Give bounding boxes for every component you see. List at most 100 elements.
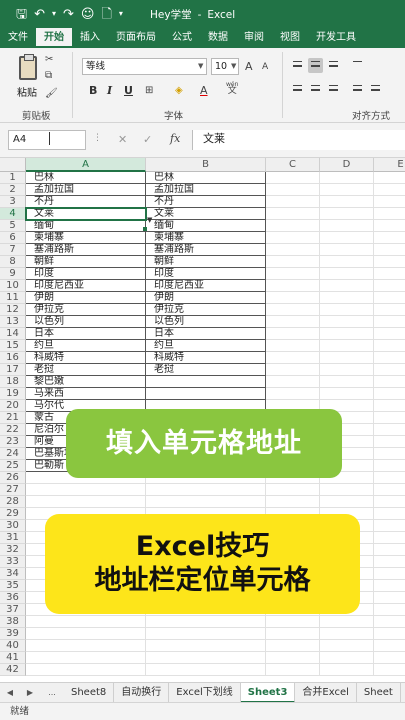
grid-cell[interactable]: 日本: [26, 328, 146, 340]
grid-cell[interactable]: [320, 616, 374, 628]
grid-cell[interactable]: [266, 316, 320, 328]
grid-cell[interactable]: [146, 616, 266, 628]
grid-cell[interactable]: [374, 172, 405, 184]
name-box[interactable]: A4: [8, 130, 86, 150]
row-header[interactable]: 32: [0, 544, 26, 556]
grid-cell[interactable]: 伊拉克: [26, 304, 146, 316]
ribbon-tab[interactable]: 文件: [0, 28, 36, 48]
grid-cell[interactable]: [374, 340, 405, 352]
grid-cell[interactable]: [374, 208, 405, 220]
row-header[interactable]: 7: [0, 244, 26, 256]
column-header[interactable]: B: [146, 158, 266, 172]
grid-cell[interactable]: [266, 268, 320, 280]
grid-cell[interactable]: [266, 244, 320, 256]
row-header[interactable]: 16: [0, 352, 26, 364]
grid-cell[interactable]: 柬埔寨: [26, 232, 146, 244]
grid-cell[interactable]: [266, 184, 320, 196]
grid-cell[interactable]: [146, 484, 266, 496]
grid-cell[interactable]: 约旦: [146, 340, 266, 352]
grid-cell[interactable]: [320, 364, 374, 376]
grid-cell[interactable]: 伊朗: [26, 292, 146, 304]
column-header[interactable]: A: [26, 158, 146, 172]
grid-cell[interactable]: 老挝: [26, 364, 146, 376]
row-header[interactable]: 4: [0, 208, 26, 220]
grid-cell[interactable]: [320, 376, 374, 388]
grid-cell[interactable]: [320, 640, 374, 652]
ribbon-tab[interactable]: 页面布局: [108, 28, 164, 48]
font-color-icon[interactable]: A: [200, 84, 208, 97]
format-painter-icon[interactable]: 🖌: [45, 88, 58, 99]
grid-cell[interactable]: [266, 304, 320, 316]
italic-button[interactable]: I: [107, 84, 112, 97]
grid-cell[interactable]: [374, 424, 405, 436]
shrink-font-button[interactable]: A: [262, 62, 268, 72]
grid-cell[interactable]: 印度: [26, 268, 146, 280]
save-icon[interactable]: 🖫: [16, 8, 27, 21]
grid-cell[interactable]: [266, 256, 320, 268]
sheet-tab[interactable]: 自动换行: [114, 682, 170, 703]
row-header[interactable]: 22: [0, 424, 26, 436]
ribbon-tab[interactable]: 公式: [164, 28, 200, 48]
column-header[interactable]: D: [320, 158, 374, 172]
grid-cell[interactable]: [266, 280, 320, 292]
grid-cell[interactable]: [374, 472, 405, 484]
grid-cell[interactable]: [26, 652, 146, 664]
align-center-button[interactable]: [308, 82, 323, 97]
grow-font-button[interactable]: A: [245, 60, 253, 73]
row-header[interactable]: 6: [0, 232, 26, 244]
paste-button[interactable]: 粘贴: [17, 84, 37, 99]
grid-cell[interactable]: 以色列: [26, 316, 146, 328]
row-header[interactable]: 28: [0, 496, 26, 508]
row-header[interactable]: 36: [0, 592, 26, 604]
grid-cell[interactable]: [374, 232, 405, 244]
grid-cell[interactable]: 约旦: [26, 340, 146, 352]
grid-cell[interactable]: [266, 340, 320, 352]
grid-cell[interactable]: [266, 496, 320, 508]
ribbon-tab[interactable]: 开发工具: [308, 28, 364, 48]
grid-cell[interactable]: [374, 388, 405, 400]
grid-cell[interactable]: [26, 616, 146, 628]
grid-cell[interactable]: [146, 376, 266, 388]
grid-cell[interactable]: [320, 628, 374, 640]
grid-cell[interactable]: 朝鲜: [146, 256, 266, 268]
row-header[interactable]: 21: [0, 412, 26, 424]
grid-cell[interactable]: [374, 640, 405, 652]
row-header[interactable]: 5: [0, 220, 26, 232]
grid-cell[interactable]: [266, 208, 320, 220]
fill-color-icon[interactable]: ◈: [175, 85, 183, 96]
row-header[interactable]: 15: [0, 340, 26, 352]
grid-cell[interactable]: [266, 352, 320, 364]
align-middle-button[interactable]: [308, 58, 323, 73]
grid-cell[interactable]: [266, 292, 320, 304]
row-header[interactable]: 18: [0, 376, 26, 388]
grid-cell[interactable]: [374, 376, 405, 388]
orientation-button[interactable]: [350, 58, 365, 73]
row-header[interactable]: 24: [0, 448, 26, 460]
row-header[interactable]: 8: [0, 256, 26, 268]
grid-cell[interactable]: [374, 448, 405, 460]
grid-cell[interactable]: 日本: [146, 328, 266, 340]
grid-cell[interactable]: 塞浦路斯: [146, 244, 266, 256]
row-header[interactable]: 42: [0, 664, 26, 676]
grid-cell[interactable]: 伊朗: [146, 292, 266, 304]
grid-cell[interactable]: [374, 616, 405, 628]
grid-cell[interactable]: 巴林: [26, 172, 146, 184]
grid-cell[interactable]: [374, 496, 405, 508]
grid-cell[interactable]: [374, 532, 405, 544]
grid-cell[interactable]: [374, 304, 405, 316]
grid-cell[interactable]: [320, 652, 374, 664]
grid-cell[interactable]: [266, 220, 320, 232]
grid-cell[interactable]: [146, 652, 266, 664]
grid-cell[interactable]: [374, 244, 405, 256]
grid-cell[interactable]: [374, 328, 405, 340]
grid-cell[interactable]: [26, 484, 146, 496]
sheet-more-button[interactable]: ...: [40, 688, 64, 697]
insert-function-icon[interactable]: fx: [170, 132, 180, 145]
grid-cell[interactable]: [374, 484, 405, 496]
grid-cell[interactable]: 科威特: [26, 352, 146, 364]
row-header[interactable]: 19: [0, 388, 26, 400]
grid-cell[interactable]: [374, 292, 405, 304]
row-header[interactable]: 13: [0, 316, 26, 328]
ribbon-tab[interactable]: 审阅: [236, 28, 272, 48]
grid-cell[interactable]: [374, 400, 405, 412]
